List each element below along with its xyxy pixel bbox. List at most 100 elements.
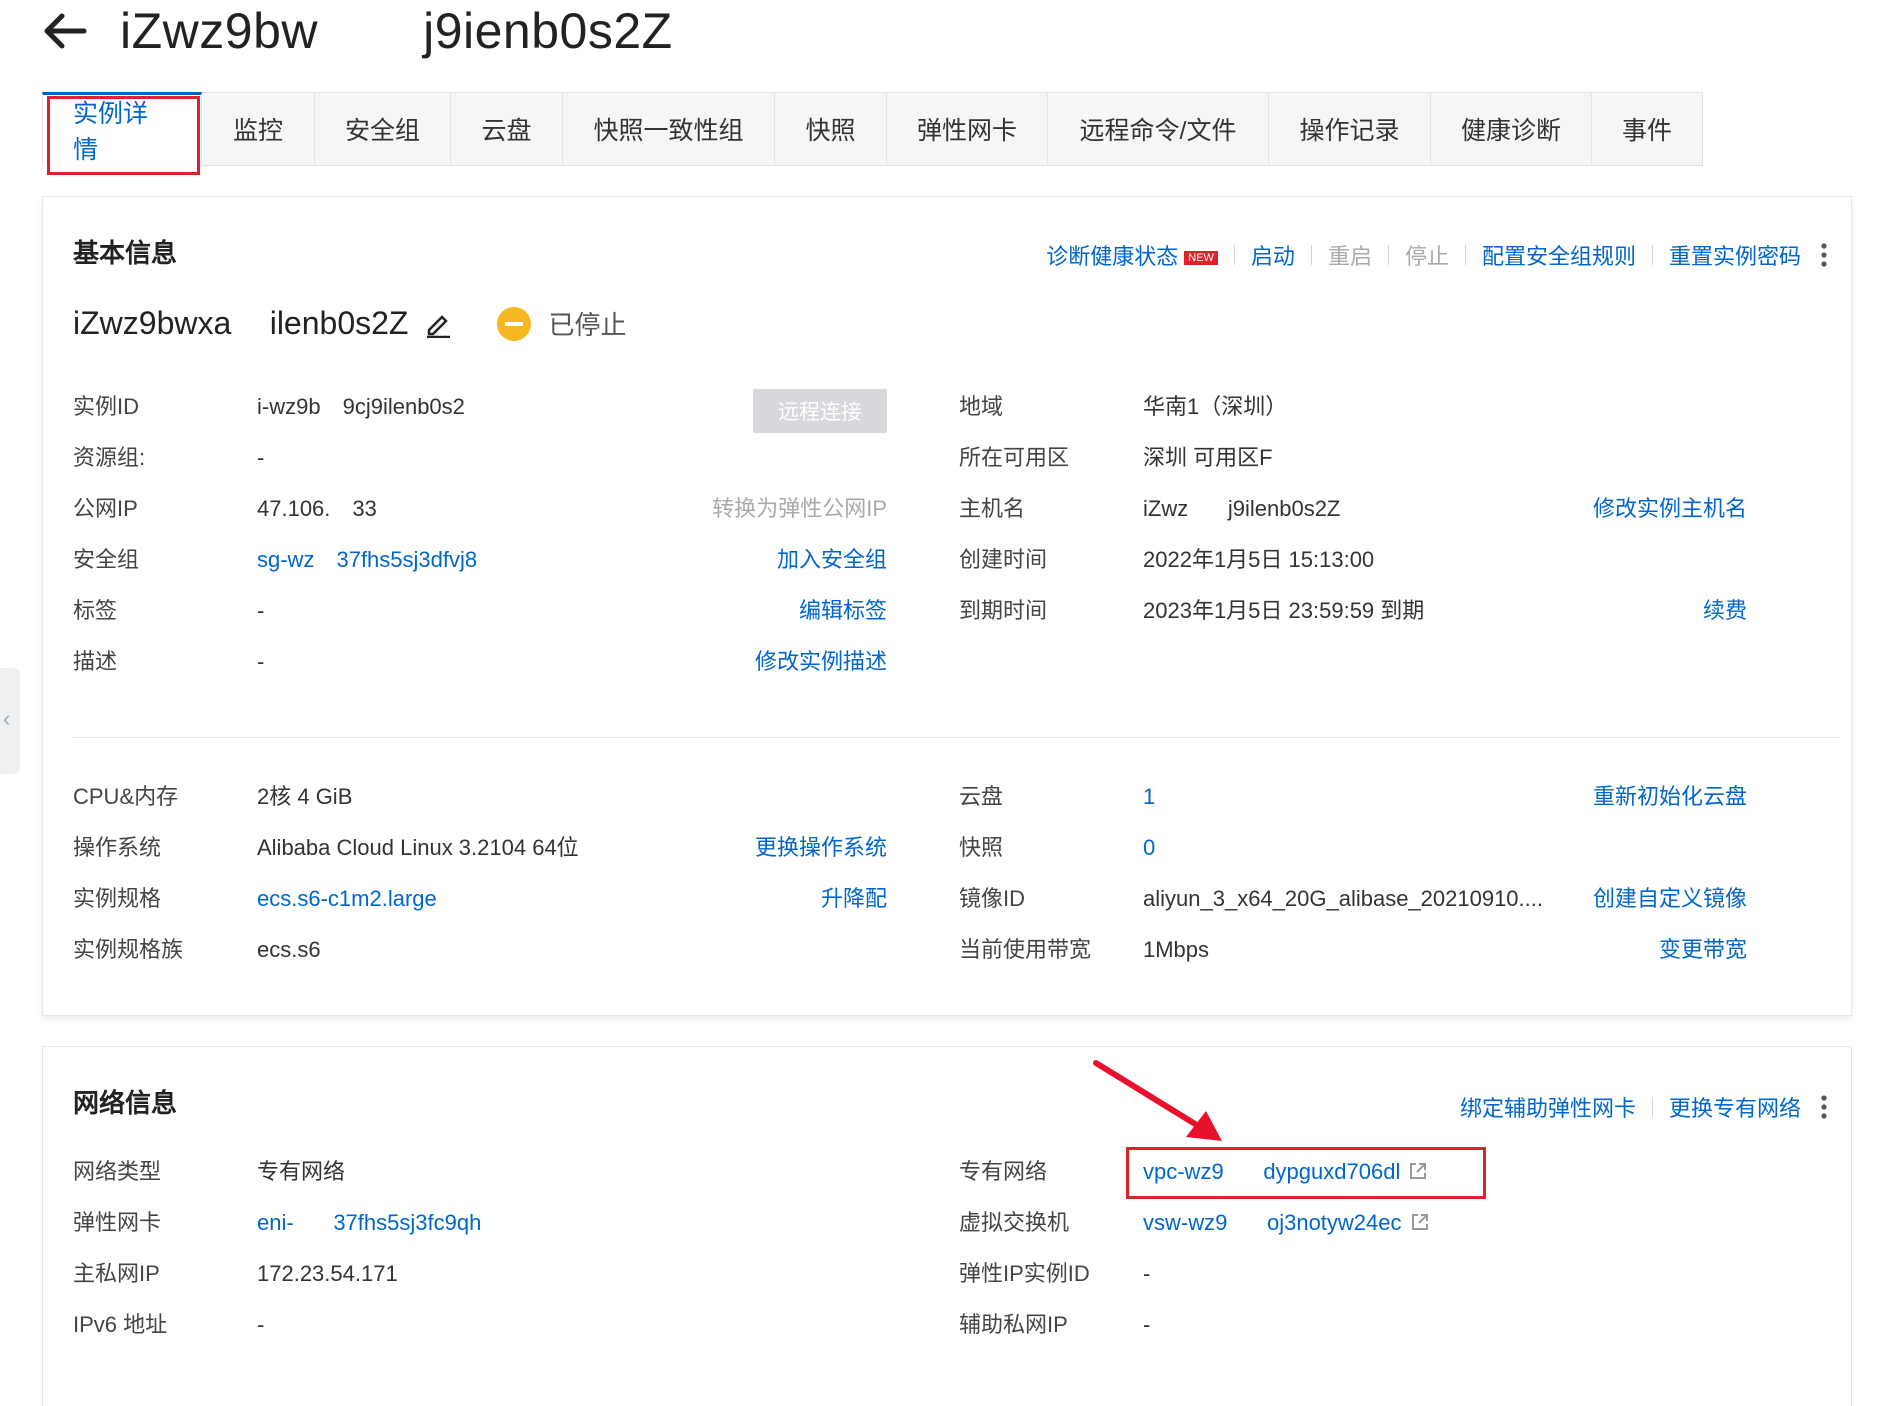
divider bbox=[1651, 1097, 1653, 1117]
field-row: 实例规格族 ecs.s6 bbox=[43, 935, 893, 965]
sidebar-collapse-handle[interactable]: ‹ bbox=[0, 668, 20, 774]
field-row: 主机名 iZwz j9ilenb0s2Z 修改实例主机名 bbox=[959, 494, 1809, 524]
field-row: 快照 0 bbox=[959, 833, 1809, 863]
tab-snapshot[interactable]: 快照 bbox=[775, 92, 887, 166]
bind-eni-link[interactable]: 绑定辅助弹性网卡 bbox=[1460, 1091, 1636, 1123]
field-label: CPU&内存 bbox=[73, 784, 179, 809]
tab-events[interactable]: 事件 bbox=[1592, 92, 1703, 166]
upgrade-downgrade-link[interactable]: 升降配 bbox=[821, 884, 887, 914]
region-value: 华南1（深圳） bbox=[1143, 394, 1288, 419]
convert-eip-link[interactable]: 转换为弹性公网IP bbox=[712, 494, 887, 524]
field-row: 描述 - 修改实例描述 bbox=[43, 647, 893, 677]
vswitch-link[interactable]: vsw-wz9 oj3notyw24ec bbox=[1143, 1210, 1402, 1235]
tab-eni[interactable]: 弹性网卡 bbox=[887, 92, 1048, 166]
snapshot-count-link[interactable]: 0 bbox=[1143, 833, 1155, 863]
image-id-value: aliyun_3_x64_20G_alibase_20210910.... bbox=[1143, 886, 1543, 911]
stop-link[interactable]: 停止 bbox=[1405, 239, 1449, 271]
resource-group-value: - bbox=[257, 445, 265, 470]
basic-info-panel: 基本信息 诊断健康状态 NEW 启动 重启 停止 配置安全组规则 重置实例密码 i… bbox=[42, 196, 1852, 1016]
change-vpc-link[interactable]: 更换专有网络 bbox=[1669, 1091, 1801, 1123]
tab-monitoring[interactable]: 监控 bbox=[202, 92, 315, 166]
field-row: 标签 - 编辑标签 bbox=[43, 596, 893, 626]
edit-hostname-link[interactable]: 修改实例主机名 bbox=[1593, 494, 1747, 524]
more-vertical-icon[interactable] bbox=[1819, 242, 1829, 268]
reinit-disk-link[interactable]: 重新初始化云盘 bbox=[1593, 782, 1747, 812]
basic-actions: 诊断健康状态 NEW 启动 重启 停止 配置安全组规则 重置实例密码 bbox=[1046, 239, 1829, 271]
field-label: IPv6 地址 bbox=[73, 1312, 168, 1337]
create-image-link[interactable]: 创建自定义镜像 bbox=[1593, 884, 1747, 914]
field-label: 弹性IP实例ID bbox=[959, 1261, 1090, 1286]
change-os-link[interactable]: 更换操作系统 bbox=[755, 833, 887, 863]
field-label: 资源组: bbox=[73, 445, 146, 470]
field-label: 描述 bbox=[73, 649, 118, 674]
instance-id-value: i-wz9b 9cj9ilenb0s2 bbox=[257, 394, 465, 419]
edit-description-link[interactable]: 修改实例描述 bbox=[755, 647, 887, 677]
tab-bar: 实例详情 监控 安全组 云盘 快照一致性组 快照 弹性网卡 远程命令/文件 操作… bbox=[42, 92, 1703, 166]
field-label: 安全组 bbox=[73, 547, 140, 572]
vswitch-value: vsw-wz9 oj3notyw24ec bbox=[1143, 1208, 1430, 1238]
field-label: 主机名 bbox=[959, 496, 1026, 521]
stopped-circle-icon bbox=[497, 306, 532, 341]
field-row: 到期时间 2023年1月5日 23:59:59 到期 续费 bbox=[959, 596, 1809, 626]
page-header: iZwz9bw j9ienb0s2Z bbox=[40, 0, 673, 62]
divider bbox=[1233, 245, 1235, 265]
zone-value: 深圳 可用区F bbox=[1143, 445, 1273, 470]
security-group-link[interactable]: sg-wz 37fhs5sj3dfvj8 bbox=[257, 545, 477, 575]
network-type-value: 专有网络 bbox=[257, 1159, 346, 1184]
pencil-icon[interactable] bbox=[424, 310, 452, 338]
vpc-value: vpc-wz9 dypguxd706dl bbox=[1143, 1157, 1428, 1187]
field-row: IPv6 地址 - bbox=[43, 1310, 893, 1340]
divider bbox=[1651, 245, 1653, 265]
tab-health-diagnosis[interactable]: 健康诊断 bbox=[1431, 92, 1592, 166]
reset-password-link[interactable]: 重置实例密码 bbox=[1669, 239, 1801, 271]
instance-name: iZwz9bwxa ilenb0s2Z bbox=[73, 305, 409, 341]
field-label: 实例规格 bbox=[73, 886, 162, 911]
tab-operation-logs[interactable]: 操作记录 bbox=[1269, 92, 1431, 166]
tab-remote-commands[interactable]: 远程命令/文件 bbox=[1048, 92, 1269, 166]
arrow-left-icon[interactable] bbox=[40, 6, 90, 56]
diagnose-health-link[interactable]: 诊断健康状态 NEW bbox=[1046, 239, 1218, 271]
tab-cloud-disk[interactable]: 云盘 bbox=[451, 92, 563, 166]
change-bandwidth-link[interactable]: 变更带宽 bbox=[1659, 935, 1747, 965]
annotation-arrow-icon bbox=[1093, 1060, 1222, 1141]
more-vertical-icon[interactable] bbox=[1819, 1094, 1829, 1120]
disk-count-link[interactable]: 1 bbox=[1143, 782, 1155, 812]
renew-link[interactable]: 续费 bbox=[1703, 596, 1747, 626]
start-link[interactable]: 启动 bbox=[1251, 239, 1295, 271]
field-label: 弹性网卡 bbox=[73, 1210, 162, 1235]
instance-family-value: ecs.s6 bbox=[257, 937, 321, 962]
config-security-group-link[interactable]: 配置安全组规则 bbox=[1482, 239, 1636, 271]
field-label: 创建时间 bbox=[959, 547, 1048, 572]
restart-link[interactable]: 重启 bbox=[1328, 239, 1372, 271]
secondary-private-ip-value: - bbox=[1143, 1312, 1151, 1337]
network-info-panel: 网络信息 绑定辅助弹性网卡 更换专有网络 网络类型 专有网络 弹性网卡 eni-… bbox=[42, 1046, 1852, 1406]
page-title: iZwz9bw j9ienb0s2Z bbox=[120, 3, 673, 59]
external-link-icon[interactable] bbox=[1410, 1212, 1430, 1232]
expire-time-value: 2023年1月5日 23:59:59 到期 bbox=[1143, 598, 1425, 623]
field-row: 实例ID i-wz9b 9cj9ilenb0s2 bbox=[43, 392, 893, 422]
join-security-group-link[interactable]: 加入安全组 bbox=[777, 545, 887, 575]
field-row: 虚拟交换机 vsw-wz9 oj3notyw24ec bbox=[959, 1208, 1809, 1238]
field-label: 镜像ID bbox=[959, 886, 1026, 911]
instance-type-link[interactable]: ecs.s6-c1m2.large bbox=[257, 884, 437, 914]
eni-link[interactable]: eni- 37fhs5sj3fc9qh bbox=[257, 1208, 481, 1238]
created-time-value: 2022年1月5日 15:13:00 bbox=[1143, 547, 1375, 572]
section-title-network: 网络信息 bbox=[73, 1088, 178, 1118]
field-row: 所在可用区 深圳 可用区F bbox=[959, 443, 1809, 473]
private-ip-value: 172.23.54.171 bbox=[257, 1261, 398, 1286]
tab-snapshot-consistency-group[interactable]: 快照一致性组 bbox=[563, 92, 775, 166]
external-link-icon[interactable] bbox=[1408, 1161, 1428, 1181]
field-row: 主私网IP 172.23.54.171 bbox=[43, 1259, 893, 1289]
field-row: 创建时间 2022年1月5日 15:13:00 bbox=[959, 545, 1809, 575]
field-row: 公网IP 47.106. 33 转换为弹性公网IP bbox=[43, 494, 893, 524]
tab-instance-details[interactable]: 实例详情 bbox=[42, 92, 202, 166]
field-row: 弹性网卡 eni- 37fhs5sj3fc9qh bbox=[43, 1208, 893, 1238]
field-row: 弹性IP实例ID - bbox=[959, 1259, 1809, 1289]
divider bbox=[1464, 245, 1466, 265]
edit-tags-link[interactable]: 编辑标签 bbox=[799, 596, 887, 626]
vpc-link[interactable]: vpc-wz9 dypguxd706dl bbox=[1143, 1159, 1400, 1184]
tab-security-group[interactable]: 安全组 bbox=[315, 92, 451, 166]
field-row: 操作系统 Alibaba Cloud Linux 3.2104 64位 更换操作… bbox=[43, 833, 893, 863]
field-label: 地域 bbox=[959, 394, 1004, 419]
ipv6-value: - bbox=[257, 1312, 265, 1337]
